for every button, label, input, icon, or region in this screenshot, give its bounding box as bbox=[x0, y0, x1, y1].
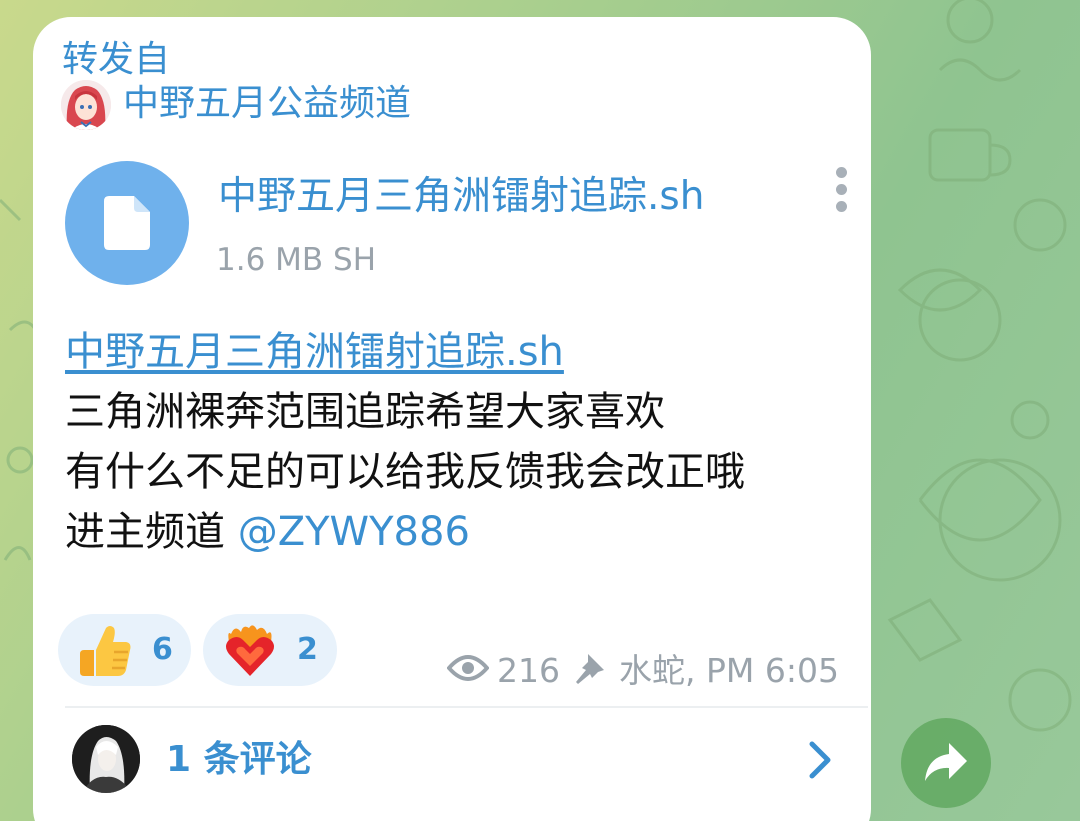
divider bbox=[65, 706, 868, 708]
share-button[interactable] bbox=[901, 718, 991, 808]
reaction-count: 6 bbox=[152, 632, 173, 667]
reaction-heart-on-fire[interactable]: 2 bbox=[203, 614, 337, 686]
reaction-count: 2 bbox=[297, 632, 318, 667]
file-download-button[interactable] bbox=[65, 161, 189, 285]
more-options-icon[interactable] bbox=[826, 164, 858, 216]
reaction-thumbs-up[interactable]: 6 bbox=[58, 614, 191, 686]
eye-icon bbox=[447, 655, 489, 681]
comments-link[interactable]: 1 条评论 bbox=[166, 738, 312, 782]
commenter-avatar bbox=[72, 725, 140, 793]
thumbs-up-icon bbox=[80, 626, 131, 676]
message-line-3-prefix: 进主频道 bbox=[65, 509, 238, 555]
forwarded-channel-avatar[interactable] bbox=[61, 80, 111, 130]
message-line-1: 三角洲裸奔范围追踪希望大家喜欢 bbox=[65, 389, 665, 435]
message-line-2: 有什么不足的可以给我反馈我会改正哦 bbox=[65, 449, 745, 495]
pin-icon bbox=[576, 654, 604, 684]
view-count: 216 bbox=[497, 651, 560, 690]
forwarded-channel-name[interactable]: 中野五月公益频道 bbox=[123, 82, 411, 126]
share-arrow-icon bbox=[925, 743, 967, 781]
message-text: 中野五月三角洲镭射追踪.sh 三角洲裸奔范围追踪希望大家喜欢 有什么不足的可以给… bbox=[65, 322, 855, 562]
message-time: 水蛇, PM 6:05 bbox=[619, 651, 839, 690]
chevron-right-icon[interactable] bbox=[802, 740, 838, 780]
heart-on-fire-icon bbox=[226, 625, 274, 676]
channel-mention-link[interactable]: @ZYWY886 bbox=[238, 509, 470, 555]
file-name[interactable]: 中野五月三角洲镭射追踪.sh bbox=[218, 172, 704, 222]
forwarded-from-label: 转发自 bbox=[62, 39, 171, 80]
document-icon bbox=[104, 196, 150, 250]
file-link[interactable]: 中野五月三角洲镭射追踪.sh bbox=[65, 329, 564, 375]
message-line-3: 进主频道 @ZYWY886 bbox=[65, 502, 855, 562]
file-meta: 1.6 MB SH bbox=[216, 242, 377, 278]
